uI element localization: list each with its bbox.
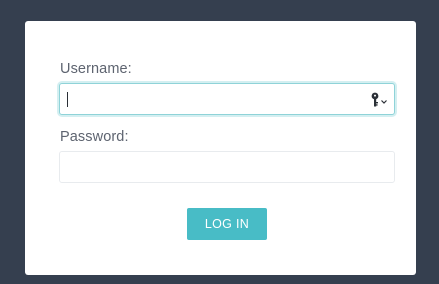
password-label: Password: xyxy=(60,129,129,145)
password-manager-key-icon[interactable] xyxy=(368,91,390,109)
username-field[interactable] xyxy=(59,83,395,115)
login-button[interactable]: LOG IN xyxy=(187,208,267,240)
text-cursor xyxy=(67,92,68,107)
login-card: Username: Password: LOG IN xyxy=(25,21,416,275)
password-field[interactable] xyxy=(59,151,395,183)
username-label: Username: xyxy=(60,61,132,77)
